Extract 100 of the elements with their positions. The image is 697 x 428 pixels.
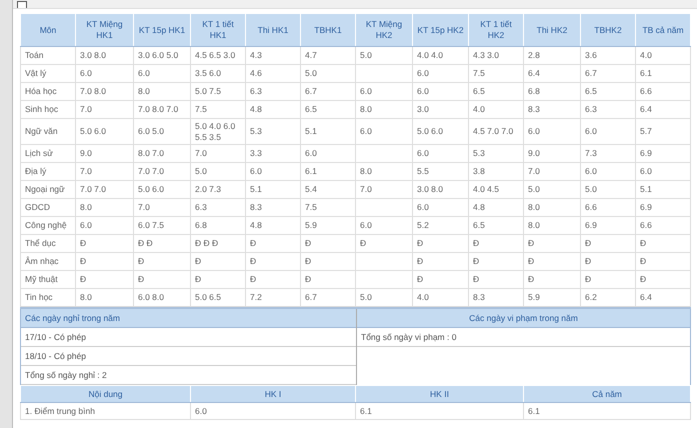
table-cell: 3.3 bbox=[246, 144, 300, 163]
table-cell: 6.4 bbox=[636, 288, 690, 307]
table-cell: Đ bbox=[468, 270, 524, 289]
table-cell: 5.0 bbox=[580, 180, 636, 199]
table-cell: 5.0 7.5 bbox=[190, 82, 246, 100]
violation-row: Tổng số ngày vi phạm : 0 bbox=[357, 328, 690, 348]
table-cell: Đ bbox=[636, 252, 690, 271]
table-cell: 3.0 6.0 5.0 bbox=[134, 46, 190, 64]
table-cell: 5.0 4.0 6.0 5.5 3.5 bbox=[190, 118, 246, 145]
table-cell: 3.0 8.0 bbox=[412, 180, 468, 199]
table-cell: 4.0 bbox=[412, 288, 468, 307]
table-cell: Địa lý bbox=[20, 162, 76, 181]
section-header: Các ngày nghỉ trong năm bbox=[21, 309, 356, 328]
table-cell: 6.0 bbox=[134, 64, 190, 82]
table-cell: 8.3 bbox=[468, 288, 524, 307]
table-cell: Đ bbox=[300, 234, 356, 253]
table-cell: Đ bbox=[246, 270, 300, 289]
table-cell: 6.8 bbox=[190, 216, 246, 235]
table-cell: 7.2 bbox=[246, 288, 300, 307]
table-cell: Tin học bbox=[20, 288, 76, 307]
column-header: KT Miệng HK1 bbox=[76, 14, 134, 46]
table-cell: 6.1 bbox=[636, 64, 690, 82]
table-cell: Ngoại ngữ bbox=[20, 180, 76, 199]
table-cell: 4.8 bbox=[246, 216, 300, 235]
table-cell: 6.0 bbox=[412, 198, 468, 217]
table-cell: Đ bbox=[636, 270, 690, 289]
table-cell: 6.0 bbox=[76, 64, 134, 82]
table-cell: Đ bbox=[580, 252, 636, 271]
column-header: HK I bbox=[190, 386, 356, 403]
table-cell: 7.0 bbox=[356, 180, 412, 199]
table-cell: Đ Đ bbox=[134, 234, 190, 253]
table-cell: 5.2 bbox=[412, 216, 468, 235]
table-cell: 7.0 8.0 bbox=[76, 82, 134, 100]
table-cell: 8.3 bbox=[524, 100, 580, 118]
table-cell: 3.5 6.0 bbox=[190, 64, 246, 82]
table-cell: Đ bbox=[524, 270, 580, 289]
table-cell: 6.9 bbox=[580, 216, 636, 235]
section-header: Các ngày vi phạm trong năm bbox=[357, 309, 690, 328]
table-cell: 5.9 bbox=[524, 288, 580, 307]
table-cell: 6.0 bbox=[190, 402, 356, 420]
column-header: KT 15p HK1 bbox=[134, 14, 190, 46]
table-cell: 5.0 bbox=[190, 162, 246, 181]
table-cell: 4.8 bbox=[468, 198, 524, 217]
table-cell: Đ bbox=[190, 252, 246, 271]
table-cell: 6.4 bbox=[636, 100, 690, 118]
table-cell: 7.0 7.0 bbox=[134, 162, 190, 181]
table-cell: 6.0 bbox=[580, 118, 636, 145]
table-cell: 6.7 bbox=[300, 288, 356, 307]
column-header: Cả năm bbox=[524, 386, 690, 403]
table-cell: Đ bbox=[76, 234, 134, 253]
table-cell: 6.1 bbox=[524, 402, 690, 420]
table-cell: Mỹ thuật bbox=[20, 270, 76, 289]
table-cell: 3.0 8.0 bbox=[76, 46, 134, 64]
table-cell: 6.6 bbox=[580, 198, 636, 217]
table-cell: 6.3 bbox=[580, 100, 636, 118]
table-cell: 6.0 bbox=[580, 162, 636, 181]
table-cell: 9.0 bbox=[76, 144, 134, 163]
table-cell: 6.7 bbox=[300, 82, 356, 100]
table-cell: 8.0 bbox=[76, 198, 134, 217]
absence-row: 18/10 - Có phép bbox=[21, 347, 356, 366]
column-header: Thi HK2 bbox=[524, 14, 580, 46]
table-cell: 5.0 bbox=[524, 180, 580, 199]
table-cell: 4.8 bbox=[246, 100, 300, 118]
table-cell: 6.0 5.0 bbox=[134, 118, 190, 145]
table-cell: 8.0 7.0 bbox=[134, 144, 190, 163]
table-cell: 6.0 bbox=[636, 162, 690, 181]
table-cell: 6.5 bbox=[300, 100, 356, 118]
table-cell: 7.0 bbox=[76, 100, 134, 118]
column-header: Thi HK1 bbox=[246, 14, 300, 46]
table-cell: Đ bbox=[412, 270, 468, 289]
table-cell: 6.0 bbox=[356, 82, 412, 100]
table-cell: 4.0 4.5 bbox=[468, 180, 524, 199]
table-cell: Toán bbox=[20, 46, 76, 64]
table-cell: Đ bbox=[246, 252, 300, 271]
table-cell: 5.0 bbox=[356, 288, 412, 307]
table-cell: 5.1 bbox=[300, 118, 356, 145]
table-cell: 1. Điểm trung bình bbox=[20, 402, 190, 420]
table-cell: 6.5 bbox=[580, 82, 636, 100]
table-cell: 4.0 bbox=[468, 100, 524, 118]
table-cell: 8.0 bbox=[356, 100, 412, 118]
table-cell: 6.6 bbox=[636, 82, 690, 100]
table-cell: 5.0 6.5 bbox=[190, 288, 246, 307]
table-cell: 6.3 bbox=[246, 82, 300, 100]
table-cell: 6.0 bbox=[356, 216, 412, 235]
table-cell: Vật lý bbox=[20, 64, 76, 82]
table-cell: Đ bbox=[412, 252, 468, 271]
table-cell: 5.7 bbox=[636, 118, 690, 145]
table-cell: 7.5 bbox=[468, 64, 524, 82]
table-cell: 4.3 3.0 bbox=[468, 46, 524, 64]
table-cell: 6.0 bbox=[356, 118, 412, 145]
table-cell: 5.0 6.0 bbox=[412, 118, 468, 145]
table-cell: 6.7 bbox=[580, 64, 636, 82]
table-cell: 3.0 bbox=[412, 100, 468, 118]
table-cell: Sinh học bbox=[20, 100, 76, 118]
table-cell: Đ bbox=[300, 270, 356, 289]
table-cell: 6.2 bbox=[580, 288, 636, 307]
table-cell: 7.0 bbox=[190, 144, 246, 163]
table-cell: 6.0 bbox=[246, 162, 300, 181]
table-cell: 6.9 bbox=[636, 198, 690, 217]
table-cell: Đ Đ Đ bbox=[190, 234, 246, 253]
